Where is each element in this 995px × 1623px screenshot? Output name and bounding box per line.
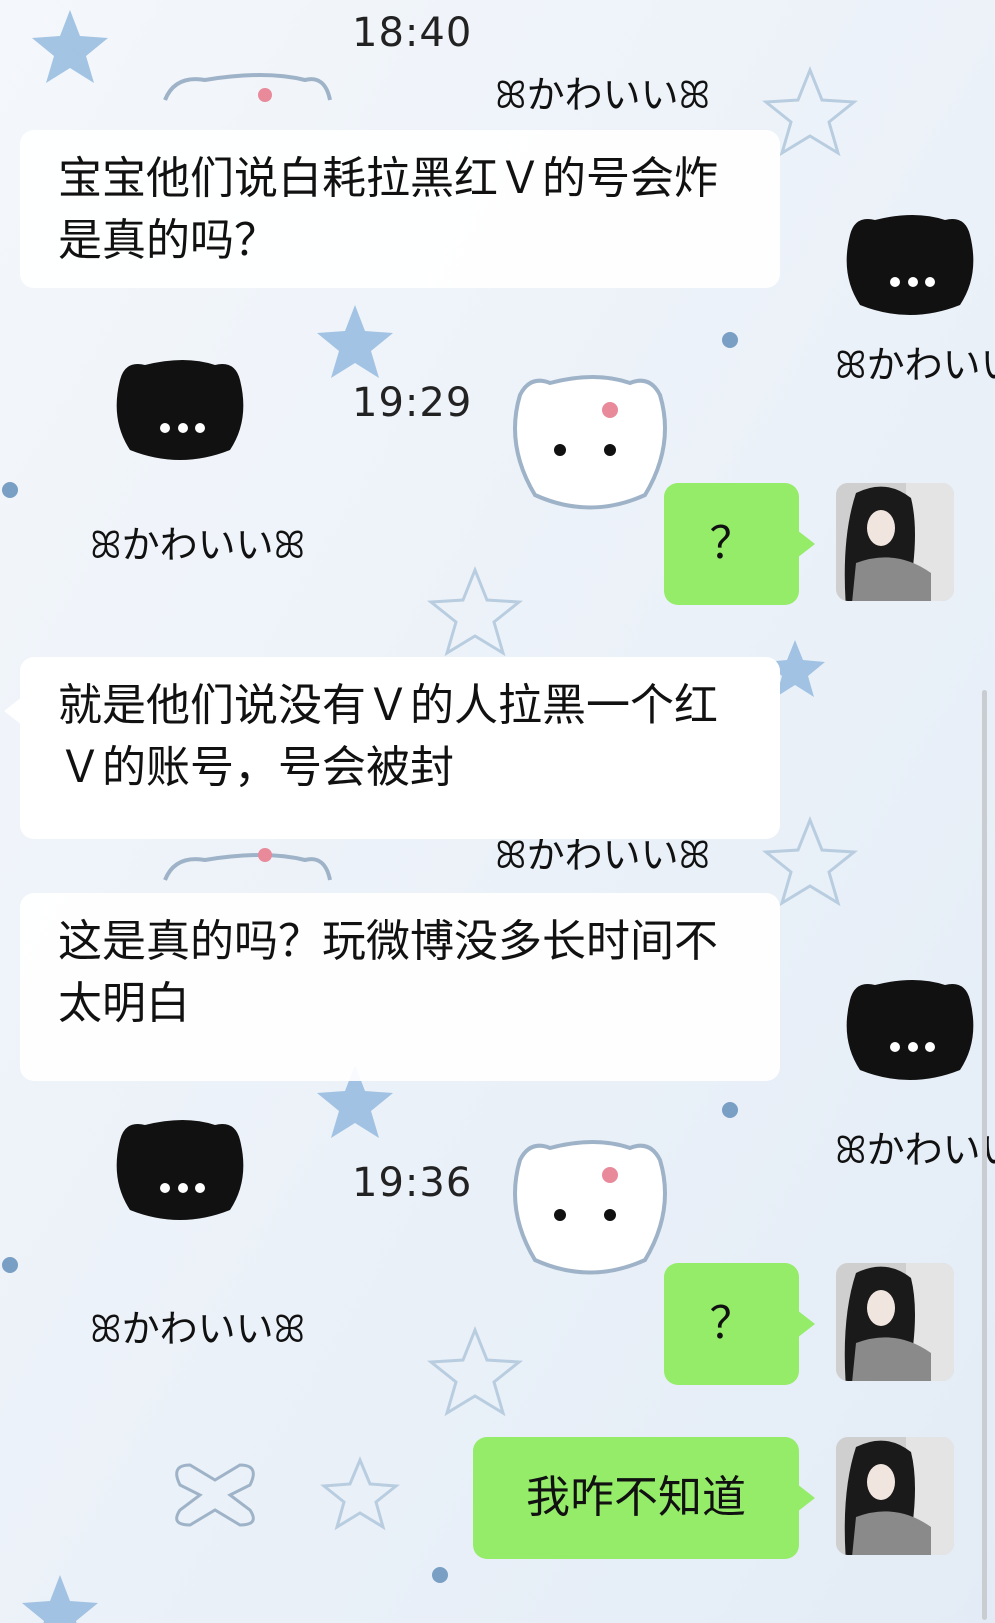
incoming-message[interactable]: 就是他们说没有Ｖ的人拉黑一个红Ｖ的账号，号会被封 bbox=[4, 657, 780, 839]
scrollbar[interactable] bbox=[982, 690, 987, 1620]
avatar-photo-icon bbox=[836, 1437, 954, 1555]
white-cat-sticker bbox=[513, 1140, 667, 1275]
outgoing-message[interactable]: ？ bbox=[664, 1263, 815, 1385]
sticker-text: ꕤかわいいꕤ bbox=[495, 833, 710, 877]
incoming-message[interactable]: 这是真的吗？玩微博没多长时间不太明白 bbox=[20, 893, 780, 1081]
timestamp: 18:40 bbox=[352, 10, 473, 56]
white-cat-sticker bbox=[513, 375, 667, 510]
incoming-message[interactable]: 宝宝他们说白耗拉黑红Ｖ的号会炸是真的吗？ bbox=[20, 130, 780, 288]
black-cat-sticker bbox=[116, 360, 244, 460]
black-cat-sticker bbox=[116, 1120, 244, 1220]
paw-icon bbox=[2, 482, 18, 498]
paw-icon bbox=[2, 1257, 18, 1273]
sticker-text: ꕤかわいいꕤ bbox=[90, 523, 305, 567]
paw-icon bbox=[722, 1102, 738, 1118]
message-text: 就是他们说没有Ｖ的人拉黑一个红Ｖ的账号，号会被封 bbox=[58, 680, 718, 793]
timestamp: 19:29 bbox=[352, 380, 473, 426]
outgoing-message[interactable]: ？ bbox=[664, 483, 815, 605]
message-text: 宝宝他们说白耗拉黑红Ｖ的号会炸是真的吗？ bbox=[58, 153, 718, 266]
paw-icon bbox=[722, 332, 738, 348]
user-avatar[interactable] bbox=[836, 1437, 954, 1555]
user-avatar[interactable] bbox=[836, 1263, 954, 1381]
message-text: 我咋不知道 bbox=[526, 1472, 746, 1523]
sticker-text: ꕤかわいいꕤ bbox=[835, 1128, 995, 1172]
sticker-text: ꕤかわいいꕤ bbox=[90, 1307, 305, 1351]
black-cat-sticker bbox=[846, 980, 974, 1080]
avatar-photo-icon bbox=[836, 483, 954, 601]
user-avatar[interactable] bbox=[836, 483, 954, 601]
message-text: ？ bbox=[709, 1298, 754, 1349]
timestamp: 19:36 bbox=[352, 1160, 473, 1206]
paw-icon bbox=[432, 1567, 448, 1583]
sticker-text: ꕤかわいいꕤ bbox=[495, 73, 710, 117]
message-text: 这是真的吗？玩微博没多长时间不太明白 bbox=[58, 916, 718, 1029]
outgoing-message[interactable]: 我咋不知道 bbox=[473, 1437, 815, 1559]
black-cat-sticker bbox=[846, 215, 974, 315]
sticker-text: ꕤかわいいꕤ bbox=[835, 343, 995, 387]
avatar-photo-icon bbox=[836, 1263, 954, 1381]
message-text: ？ bbox=[709, 518, 754, 569]
